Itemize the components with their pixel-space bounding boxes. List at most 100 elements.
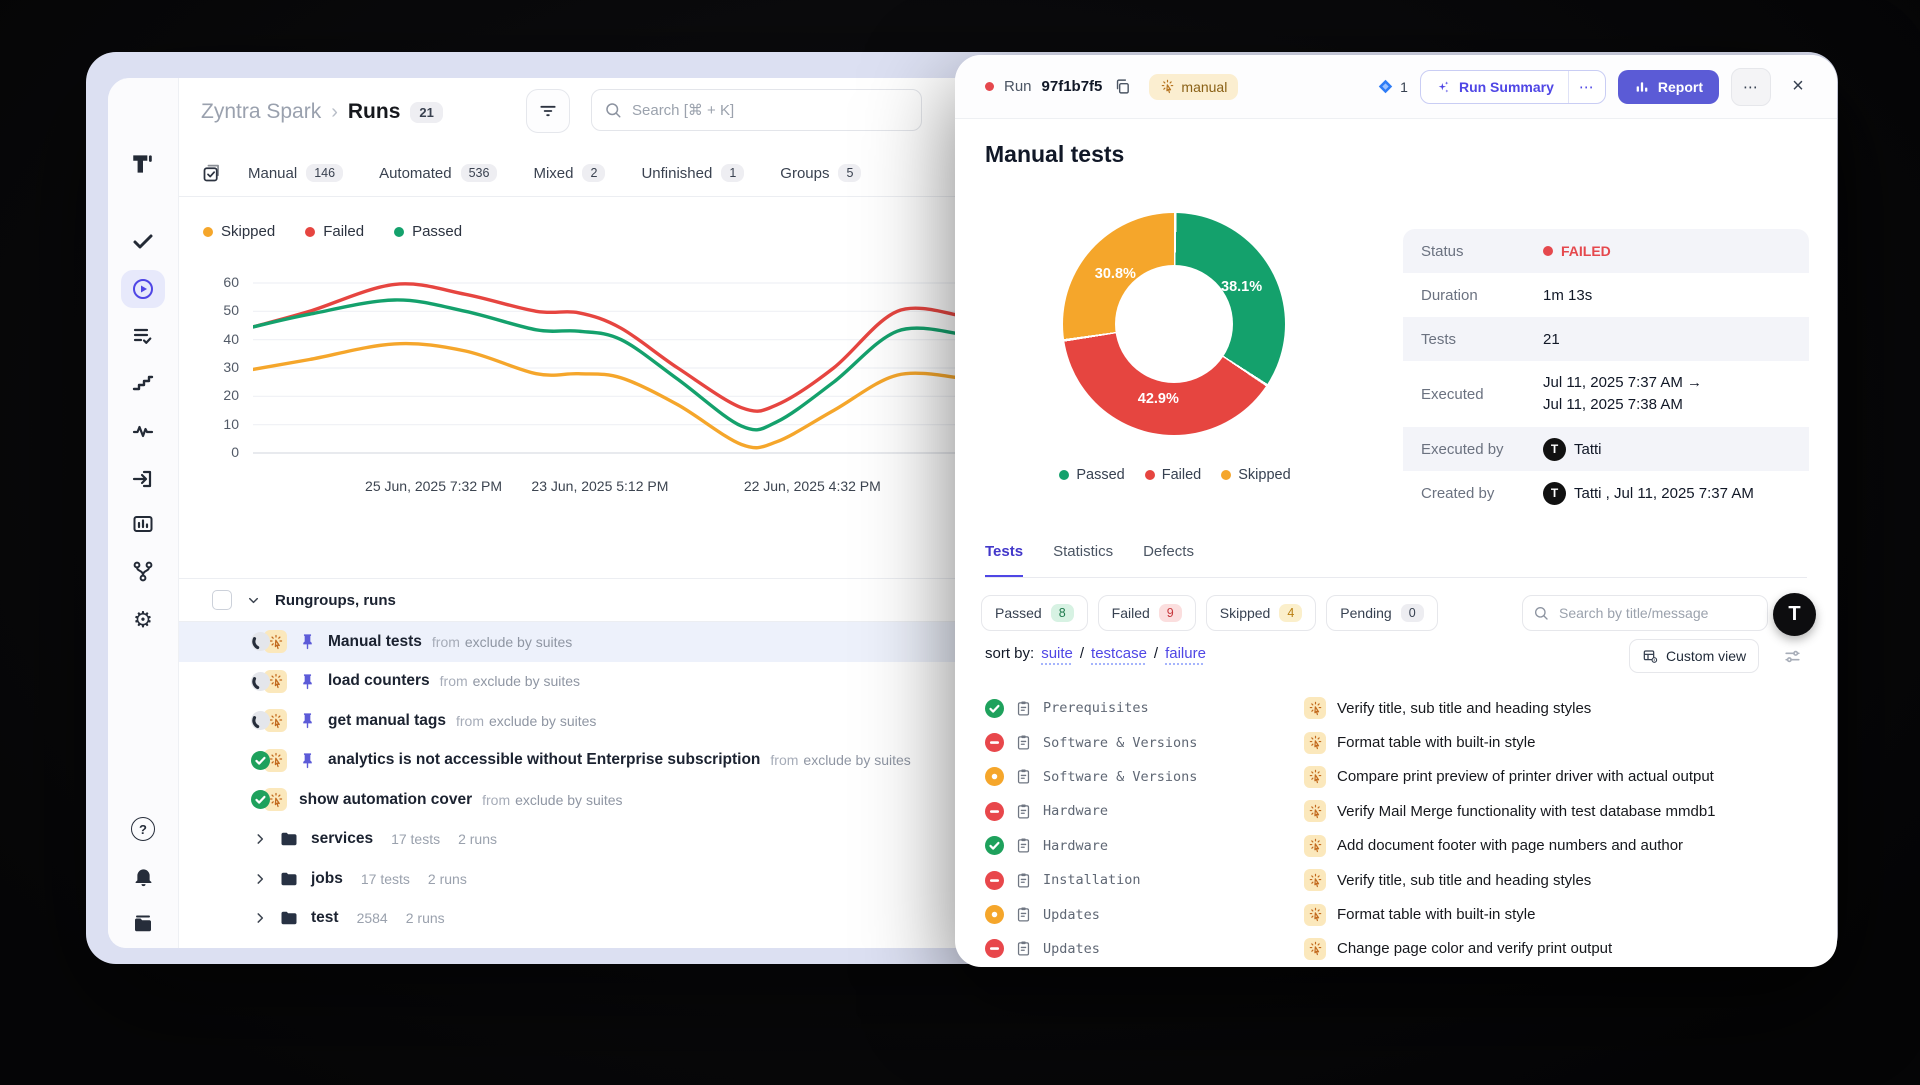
manual-badge-label: manual (1181, 79, 1227, 95)
test-title: Verify title, sub title and heading styl… (1337, 700, 1591, 717)
copy-run-id-button[interactable] (1114, 78, 1131, 95)
run-source-group[interactable]: exclude by suites (803, 752, 910, 768)
more-actions-button[interactable]: ⋯ (1731, 68, 1771, 106)
run-title: Manual tests (985, 141, 1124, 168)
filter-button[interactable] (526, 89, 570, 133)
run-source-group[interactable]: exclude by suites (515, 792, 622, 808)
filter-chip-pending[interactable]: Pending0 (1326, 595, 1437, 631)
custom-view-button[interactable]: Custom view (1629, 639, 1759, 673)
run-summary-more-button[interactable]: ⋯ (1568, 71, 1605, 103)
detail-label: Duration (1421, 287, 1543, 304)
drawer-tab-tests[interactable]: Tests (985, 537, 1023, 577)
test-title: Compare print preview of printer driver … (1337, 768, 1714, 785)
pin-icon (299, 712, 316, 729)
sort-link-suite[interactable]: suite (1041, 645, 1073, 662)
drawer-tab-statistics[interactable]: Statistics (1053, 537, 1113, 577)
run-title: show automation cover (299, 791, 472, 809)
sidebar-item-runs[interactable] (108, 269, 178, 309)
sidebar-item-steps[interactable] (108, 362, 178, 402)
linked-issues[interactable]: 1 (1377, 78, 1408, 95)
tab-manual[interactable]: Manual146 (248, 164, 343, 182)
test-title: Format table with built-in style (1337, 906, 1535, 923)
filter-chip-failed[interactable]: Failed9 (1098, 595, 1196, 631)
sort-link-testcase[interactable]: testcase (1091, 645, 1147, 662)
tab-count-badge: 5 (838, 164, 861, 182)
run-status (251, 632, 270, 651)
breadcrumb-project[interactable]: Zyntra Spark (201, 100, 321, 124)
tab-mixed[interactable]: Mixed2 (533, 164, 605, 182)
sidebar-item-pulse[interactable] (108, 411, 178, 451)
sparkles-icon (1435, 79, 1451, 95)
report-button[interactable]: Report (1618, 70, 1719, 104)
view-options-button[interactable] (1783, 647, 1802, 666)
tab-groups[interactable]: Groups 5 (780, 164, 861, 182)
tests-search (1522, 595, 1768, 631)
tab-label: Groups (780, 165, 829, 182)
test-result-row[interactable]: PrerequisitesVerify title, sub title and… (955, 691, 1837, 725)
legend-label: Passed (412, 223, 462, 240)
test-result-row[interactable]: Software & VersionsCompare print preview… (955, 760, 1837, 794)
legend-label: Failed (323, 223, 364, 240)
run-status (251, 790, 270, 809)
sort-separator: / (1154, 645, 1158, 662)
drawer-tab-defects[interactable]: Defects (1143, 537, 1194, 577)
sort-link-failure[interactable]: failure (1165, 645, 1206, 662)
search-input[interactable] (630, 101, 909, 120)
select-all-checkbox[interactable] (212, 590, 232, 610)
test-result-row[interactable]: HardwareVerify Mail Merge functionality … (955, 794, 1837, 828)
testcase-clipboard-icon (1015, 803, 1032, 820)
tab-automated[interactable]: Automated536 (379, 164, 497, 182)
detail-value: TTatti (1543, 438, 1602, 461)
issue-diamond-icon (1377, 78, 1394, 95)
sidebar-item-projects[interactable] (108, 904, 178, 944)
run-summary-label: Run Summary (1459, 79, 1554, 95)
list-check-icon (131, 324, 155, 348)
sidebar-item-results[interactable] (108, 221, 178, 261)
chat-widget-button[interactable]: T (1773, 593, 1816, 636)
chevron-down-icon[interactable] (246, 593, 261, 608)
chevron-right-icon: › (331, 101, 338, 124)
sidebar-item-settings[interactable]: ⚙ (108, 600, 178, 640)
sidebar-item-branches[interactable] (108, 551, 178, 591)
failed-legend-dot (1145, 470, 1155, 480)
test-result-row[interactable]: InstallationVerify title, sub title and … (955, 863, 1837, 897)
filter-chip-skipped[interactable]: Skipped4 (1206, 595, 1317, 631)
testcase-clipboard-icon (1015, 700, 1032, 717)
folder-icon (279, 908, 299, 928)
test-result-row[interactable]: HardwareAdd document footer with page nu… (955, 829, 1837, 863)
y-tick-label: 20 (205, 387, 239, 403)
sidebar-item-testcases[interactable] (108, 316, 178, 356)
test-title-cell: Format table with built-in style (1291, 904, 1535, 926)
test-result-row[interactable]: Updates Format table with built-in style (955, 897, 1837, 931)
filter-chip-passed[interactable]: Passed8 (981, 595, 1088, 631)
test-result-row[interactable]: UpdatesChange page color and verify prin… (955, 932, 1837, 966)
detail-label: Status (1421, 243, 1543, 260)
logo-t-icon (130, 151, 156, 177)
bell-icon (132, 865, 155, 888)
select-runs-button[interactable] (201, 163, 222, 184)
app-logo[interactable] (108, 144, 178, 184)
sidebar-item-analytics[interactable] (108, 504, 178, 544)
test-suite-name: Updates (1043, 941, 1100, 957)
pin-icon (299, 673, 316, 690)
user-name: Tatti (1574, 441, 1602, 458)
detail-value: FAILED (1543, 243, 1611, 259)
tab-label: Manual (248, 165, 297, 182)
sidebar-item-import[interactable] (108, 459, 178, 499)
tab-unfinished[interactable]: Unfinished1 (641, 164, 744, 182)
run-source-group[interactable]: exclude by suites (465, 634, 572, 650)
test-result-row[interactable]: Software & VersionsFormat table with bui… (955, 725, 1837, 759)
pulse-icon (131, 419, 155, 443)
run-summary-button[interactable]: Run Summary (1421, 71, 1568, 103)
sidebar-item-notifications[interactable] (108, 856, 178, 896)
run-source-group[interactable]: exclude by suites (489, 713, 596, 729)
tab-count-badge: 2 (582, 164, 605, 182)
sidebar-item-help[interactable]: ? (108, 809, 178, 849)
folder-runs-count: 2 runs (406, 910, 445, 926)
series-passed (253, 300, 961, 430)
close-drawer-button[interactable]: × (1783, 72, 1813, 102)
run-source-group[interactable]: exclude by suites (473, 673, 580, 689)
tests-search-input[interactable] (1557, 604, 1757, 622)
legend-label: Skipped (221, 223, 275, 240)
test-suite-name: Updates (1043, 907, 1100, 923)
